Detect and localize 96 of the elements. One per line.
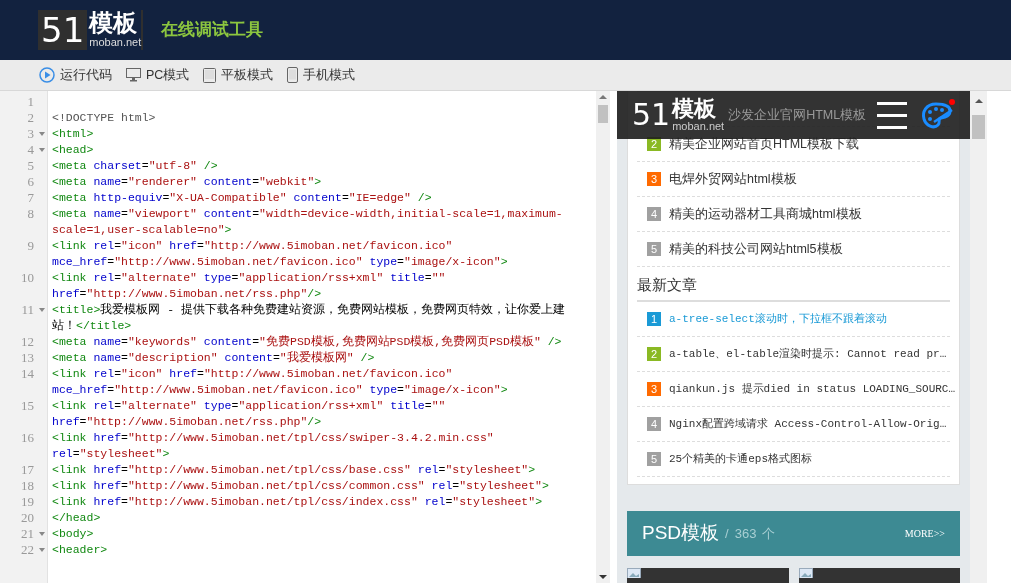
toolbar-button[interactable]: 运行代码 [39,65,112,85]
article-link[interactable]: qiankun.js 提示died in status LOADING_SOURC… [669,380,956,398]
fold-icon[interactable] [39,532,45,536]
logo-domain: moban.net [89,36,142,48]
scrollbar[interactable] [596,91,610,583]
article-link[interactable]: 沙发企业官网HTML模板 [728,105,867,125]
rank-badge: 4 [647,417,661,431]
line-number: 8 [26,206,34,222]
line-number: 3 [26,126,34,142]
toolbar-button[interactable]: 手机模式 [287,65,356,85]
line-number: 19 [20,494,34,510]
code-line: <link rel="icon" href="http://www.5imoban.net/favicon.ico" mce_href="http://www.5imoban.net/favicon.ico" type="image/x-icon"> [52,239,508,268]
code-line: <link href="http://www.5imoban.net/tpl/css/index.css" rel="stylesheet"> [52,495,543,508]
code-line: <meta name="viewport" content="width=device-width,initial-scale=1,maximum-scale=1,user-scalable=no"> [52,207,563,236]
line-number: 6 [26,174,34,190]
code-line: <link rel="alternate" type="application/rss+xml" title="" href="http://www.5imoban.net/rss.php"/> [52,399,447,428]
code-line: <title>我爱模板网 - 提供下载各种免费建站资源，免费网站模板，免费网页特效，让你爱上建站！</title> [52,303,566,332]
code-line: <header> [52,543,108,556]
count-unit: 个 [762,524,776,543]
item-count: 363 [734,524,757,543]
broken-image-icon [627,568,643,578]
article-link[interactable]: Nginx配置跨域请求 Access-Control-Allow-Orig… [669,415,947,433]
scroll-thumb[interactable] [972,115,985,139]
rank-badge: 4 [647,207,661,221]
code-line: <meta charset="utf-8" /> [52,159,218,172]
line-number: 16 [20,430,34,446]
code-line: <link href="http://www.5imoban.net/tpl/css/base.css" rel="stylesheet"> [52,463,536,476]
code-line: <head> [52,143,94,156]
thumbnail[interactable] [627,568,789,583]
rank-badge: 1 [647,312,661,326]
code-line: <link rel="icon" href="http://www.5imoban.net/favicon.ico" mce_href="http://www.5imoban.net/favicon.ico" type="image/x-icon"> [52,367,508,396]
code-line: <link href="http://www.5imoban.net/tpl/css/swiper-3.4.2.min.css" rel="stylesheet"> [52,431,495,460]
section-title: PSD模板 [642,521,720,546]
code-line: </head> [52,511,101,524]
thumbnail[interactable] [799,568,960,583]
article-link[interactable]: 电焊外贸网站html模板 [669,169,797,189]
article-link[interactable]: 精美的科技公司网站html5模板 [669,239,843,259]
line-number: 15 [20,398,34,414]
line-number: 4 [26,142,34,158]
line-number: 14 [20,366,34,382]
rank-badge: 5 [647,242,661,256]
toolbar-button[interactable]: 平板模式 [203,65,274,85]
rank-badge: 5 [647,452,661,466]
line-number: 10 [20,270,34,286]
code-line: <meta name="keywords" content="免费PSD模板,免费网站PSD模板,免费网页PSD模板" /> [52,335,562,348]
scrollbar[interactable] [970,91,987,583]
broken-image-icon [799,568,815,578]
code-line: <!DOCTYPE html> [52,111,156,124]
logo-mark: 51 [40,13,86,47]
fold-icon[interactable] [39,308,45,312]
phone-icon [287,67,299,83]
monitor-icon [126,68,141,82]
logo-mark: 51 [632,100,671,130]
scroll-thumb[interactable] [598,105,608,123]
play-icon [39,67,55,83]
line-number: 18 [20,478,34,494]
line-number: 9 [26,238,34,254]
line-number: 7 [26,190,34,206]
rank-badge: 3 [647,382,661,396]
tagline: 在线调试工具 [161,19,264,42]
line-number: 13 [20,350,34,366]
fold-icon[interactable] [39,548,45,552]
logo-domain: moban.net [672,120,725,132]
more-link[interactable]: MORE>> [904,526,945,541]
line-number: 11 [20,302,34,318]
scroll-up-icon[interactable] [974,99,983,103]
separator: / [725,524,729,543]
line-number: 12 [20,334,34,350]
line-number: 1 [26,94,34,110]
code-line: <link href="http://www.5imoban.net/tpl/css/common.css" rel="stylesheet"> [52,479,549,492]
code-line: <link rel="alternate" type="application/rss+xml" title="" href="http://www.5imoban.net/rss.php"/> [52,271,447,300]
logo-name: 模板 [672,98,718,120]
code-line: <meta http-equiv="X-UA-Compatible" content="IE=edge" /> [52,191,432,204]
article-link[interactable]: 精美企业网站首页HTML模板下载 [669,134,860,154]
logo-name: 模板 [89,10,139,36]
code-line: <body> [52,527,94,540]
line-number: 5 [26,158,34,174]
article-link[interactable]: 25个精美的卡通eps格式图标 [669,450,812,468]
fold-icon[interactable] [39,148,45,152]
menu-icon[interactable] [877,100,907,130]
line-number: 20 [20,510,34,526]
line-number: 21 [20,526,34,542]
article-link[interactable]: a-table、el-table渲染时提示: Cannot read pr… [669,345,947,363]
code-line: <meta name="description" content="我爱模板网" /> [52,351,375,364]
toolbar-button[interactable]: PC模式 [126,65,190,85]
article-link[interactable]: 精美的运动器材工具商城html模板 [669,204,862,224]
tablet-icon [203,67,217,83]
code-line: <html> [52,127,94,140]
fold-icon[interactable] [39,132,45,136]
line-number: 22 [20,542,34,558]
line-number: 2 [26,110,34,126]
rank-badge: 2 [647,347,661,361]
code-line: <meta name="renderer" content="webkit"> [52,175,322,188]
section-heading: 最新文章 [637,274,697,295]
line-number: 17 [20,462,34,478]
rank-badge: 3 [647,172,661,186]
